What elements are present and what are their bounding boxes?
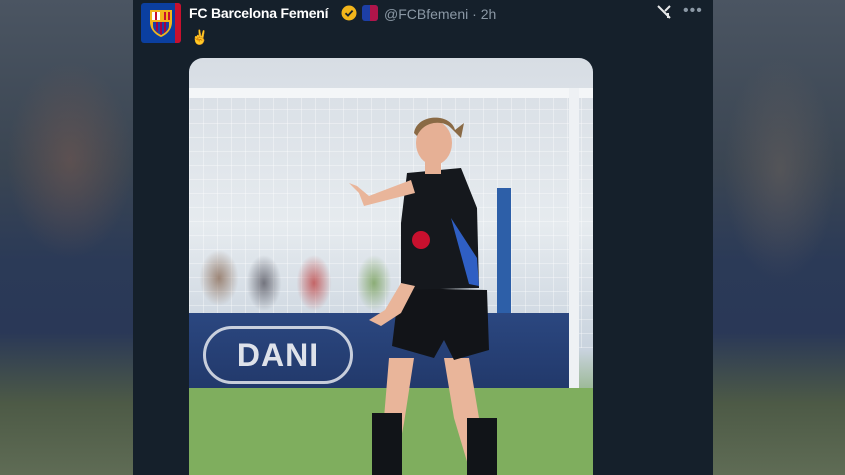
affiliate-badge-stripe [370,5,378,21]
tweet-photo[interactable]: DANI [189,58,593,475]
more-options-icon[interactable]: ••• [683,2,703,20]
fcb-crest-icon [150,10,172,37]
account-avatar[interactable] [141,3,181,43]
account-handle[interactable]: @FCBfemeni [384,6,468,22]
account-name[interactable]: FC Barcelona Femení [189,5,329,21]
fcb-affiliate-badge-icon[interactable] [362,5,378,21]
verified-badge-icon [341,5,357,21]
tweet-header: FC Barcelona Femení @FCBfemeni · 2h ••• [133,0,713,50]
account-handle-line: @FCBfemeni · 2h [384,6,496,22]
tweet-time[interactable]: 2h [481,6,497,22]
tweet-text: ✌ [191,29,209,45]
tweet-card: FC Barcelona Femení @FCBfemeni · 2h ••• … [133,0,713,475]
avatar-stripe [175,3,181,43]
player-figure [349,117,497,475]
grok-x-icon[interactable] [656,4,672,25]
handle-separator: · [472,6,477,22]
